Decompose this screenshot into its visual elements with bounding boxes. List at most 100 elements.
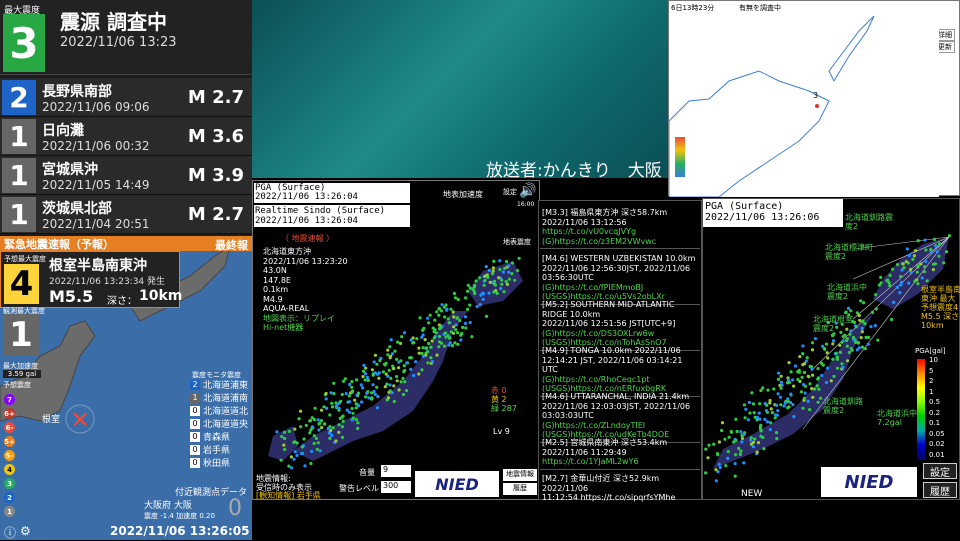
- feed-link[interactable]: (G)https://t.co/fPIEMmoBJ: [542, 283, 698, 293]
- settings-button[interactable]: 設定: [923, 463, 957, 479]
- history-time: 2022/11/06 00:32: [42, 139, 150, 153]
- minimap-window[interactable]: 6日13時23分 有無を調査中 詳細 更新 3: [668, 0, 960, 196]
- feed-item[interactable]: [M4.9] TONGA 10.0km 2022/11/0612:14:21 J…: [540, 344, 700, 397]
- quake-info-button[interactable]: 地震情報: [503, 469, 537, 481]
- monitor-intensity: 0: [190, 458, 200, 468]
- background-area: [252, 0, 668, 178]
- info-icon[interactable]: ⓘ: [4, 524, 16, 541]
- monitor-region: 北海道道央: [203, 417, 248, 430]
- epicenter-x-icon: ✕: [70, 406, 90, 434]
- history-magnitude: M 3.6: [188, 126, 244, 147]
- pga-window: PGA (Surface)2022/11/06 13:26:06 北海道釧路震度…: [702, 198, 960, 500]
- feed-item[interactable]: [M2.5] 宮城県南東沖 深さ53.4km2022/11/06 11:29:4…: [540, 436, 700, 470]
- feed-link[interactable]: (G)https://t.co/DS3OXLrw6w: [542, 329, 698, 339]
- gear-icon[interactable]: ⚙: [20, 524, 31, 538]
- minimap-marker: 3: [813, 91, 818, 100]
- warn-select[interactable]: 300: [381, 481, 411, 493]
- monitor-region: 北海道道北: [203, 404, 248, 417]
- feed-date: 2022/11/06 13:12:56: [542, 218, 698, 228]
- scale-tick: 5: [929, 366, 945, 377]
- legend-4: 4: [4, 464, 15, 475]
- feed-title: [M2.7] 金華山付近 深さ52.9km 2022/11/06: [542, 474, 698, 493]
- count-red: 赤 0: [491, 386, 517, 395]
- scale-tick: 0.5: [929, 397, 945, 408]
- kmoni-map: [253, 181, 541, 501]
- feed-item[interactable]: [M3.3] 福島県東方沖 深さ58.7km2022/11/06 13:12:5…: [540, 206, 700, 249]
- nearby-big-value: 0: [228, 496, 242, 521]
- monitor-region: 秋田県: [203, 456, 230, 469]
- volume-select[interactable]: 9: [381, 465, 411, 477]
- monitor-intensity: 2: [190, 380, 200, 390]
- pred-label: 予想最大震度: [4, 254, 46, 264]
- count-green: 緑 287: [491, 404, 517, 413]
- monitor-intensity: 0: [190, 432, 200, 442]
- monitor-item: 2北海道浦東: [190, 379, 252, 390]
- history-magnitude: M 2.7: [188, 87, 244, 108]
- legend-3: 3: [4, 478, 15, 489]
- speaker-icon[interactable]: 🔊: [519, 183, 536, 199]
- info-line: 2022/11/06 13:23:20: [263, 257, 348, 267]
- station-label: 北海道浜中7.2gal: [877, 409, 917, 427]
- feed-link[interactable]: (G)https://t.co/z3EM2VWvwc: [542, 237, 698, 247]
- info-line: 147.8E: [263, 276, 348, 286]
- station-label: 北海道浜中震度2: [827, 283, 867, 301]
- feed-item[interactable]: [M4.6] UTTARANCHAL, INDIA 21.4km2022/11/…: [540, 390, 700, 443]
- pga-colorbar: [917, 359, 925, 459]
- scale-title: PGA[gal]: [915, 347, 946, 355]
- history-location: 宮城県沖: [42, 159, 98, 179]
- history-intensity: 1: [2, 158, 36, 193]
- latest-quake[interactable]: 最大震度 3 震源 調査中 2022/11/06 13:23: [0, 0, 252, 75]
- scale-tick: 0.1: [929, 418, 945, 429]
- history-item[interactable]: 1 宮城県沖 2022/11/05 14:49 M 3.9: [0, 156, 252, 195]
- monitor-item: 0北海道道央: [190, 418, 252, 429]
- count-yellow: 黄 2: [491, 395, 517, 404]
- history-intensity: 1: [2, 119, 36, 154]
- feed-link[interactable]: (G)https://t.co/ZLndoyTIEI: [542, 421, 698, 431]
- feed-link[interactable]: https://t.co/vU0vcqJVYg: [542, 227, 698, 237]
- feed-item[interactable]: [M2.7] 金華山付近 深さ52.9km 2022/11/0611:12:54…: [540, 472, 700, 505]
- acc-value: 3.59 gal: [3, 370, 41, 378]
- legend-5minus: 5-: [4, 450, 15, 461]
- history-magnitude: M 2.7: [188, 204, 244, 225]
- replay-label: 地図表示：リプレイ: [263, 314, 348, 324]
- feed-link[interactable]: https://t.co/1YJaML2wY6: [542, 457, 698, 467]
- eew-magnitude: M5.5: [49, 287, 93, 306]
- map-city-label: 根室: [42, 412, 60, 425]
- quake-time: 2022/11/06 13:23: [60, 35, 177, 50]
- feed-date: 12:14:21 JST, 2022/11/06 03:14:21 UTC: [542, 356, 698, 375]
- monitor-item: 0北海道道北: [190, 405, 252, 416]
- history-item[interactable]: 2 長野県南部 2022/11/06 09:06 M 2.7: [0, 78, 252, 117]
- history-item[interactable]: 1 日向灘 2022/11/06 00:32 M 3.6: [0, 117, 252, 156]
- epicenter-title: 震源 調査中: [60, 6, 167, 35]
- history-location: 日向灘: [42, 120, 84, 140]
- feed-link[interactable]: (G)https://t.co/RhoCeqc1pt: [542, 375, 698, 385]
- feed-item[interactable]: [M4.6] WESTERN UZBEKISTAN 10.0km2022/11/…: [540, 252, 700, 305]
- history-time: 2022/11/05 14:49: [42, 178, 150, 192]
- history-button[interactable]: 履歴: [923, 482, 957, 498]
- info-line: 43.0N: [263, 266, 348, 276]
- volume-label: 音量: [359, 467, 375, 478]
- monitor-intensity: 0: [190, 419, 200, 429]
- history-item[interactable]: 1 茨城県北部 2022/11/04 20:51 M 2.7: [0, 195, 252, 234]
- feed-item[interactable]: [M5.2] SOUTHERN MID-ATLANTIC RIDGE 10.0k…: [540, 298, 700, 351]
- nied-logo: NIED: [821, 467, 917, 497]
- eew-depth: 10km: [139, 288, 182, 304]
- scale-tick: 0.02: [929, 439, 945, 450]
- monitor-intensity: 0: [190, 445, 200, 455]
- feed-title: [M4.6] UTTARANCHAL, INDIA 21.4km: [542, 392, 698, 402]
- scale-label: 予想震度: [3, 380, 31, 390]
- new-label: NEW: [741, 489, 762, 499]
- feed-date: 11:12:54 https://t.co/sipqrfsYMhe: [542, 493, 698, 503]
- nearby-city: 大阪府 大阪: [144, 498, 192, 511]
- count-block: 赤 0 黄 2 緑 287: [491, 386, 517, 413]
- warn-label: 警告レベル: [339, 483, 379, 494]
- history-location: 長野県南部: [42, 81, 112, 101]
- feed-date: 2022/11/06 12:03:03JST, 2022/11/06 03:03…: [542, 402, 698, 421]
- info-line: 北海道東方沖: [263, 247, 348, 257]
- quake-info-panel: 最大震度 3 震源 調査中 2022/11/06 13:23 2 長野県南部 2…: [0, 0, 252, 540]
- settings-button[interactable]: 設定: [503, 187, 517, 197]
- scale-tick: 2: [929, 376, 945, 387]
- legend-6minus: 6-: [4, 422, 15, 433]
- history-button[interactable]: 履歴: [503, 483, 537, 495]
- nied-logo: NIED: [415, 471, 499, 497]
